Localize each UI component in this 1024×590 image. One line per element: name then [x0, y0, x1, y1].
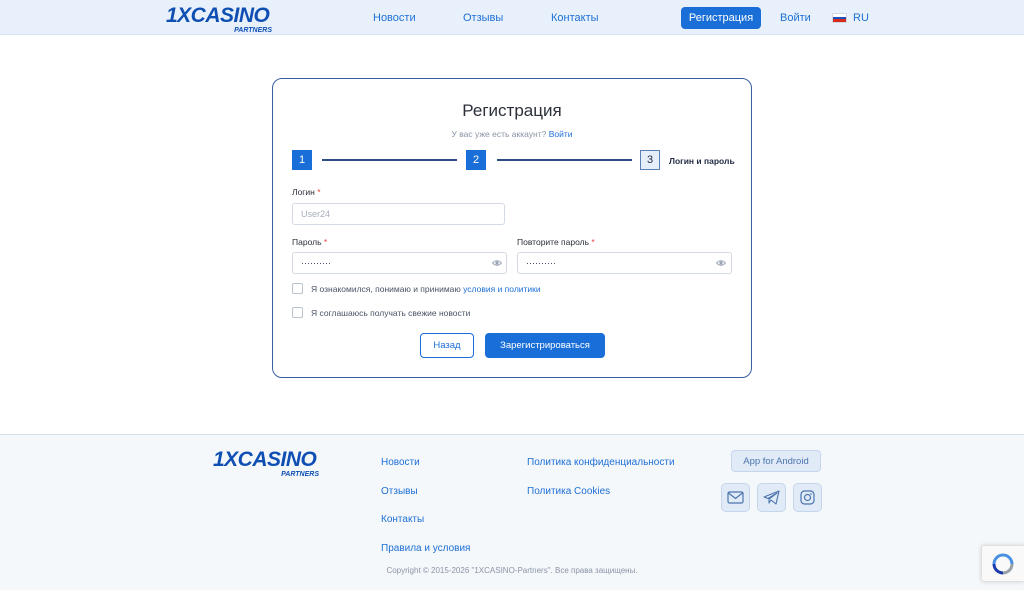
password-label: Пароль *: [292, 237, 327, 247]
step-3-label: Логин и пароль: [669, 156, 735, 166]
back-button[interactable]: Назад: [420, 333, 474, 358]
repeat-password-label-text: Повторите пароль: [517, 237, 590, 247]
instagram-icon-glyph: [800, 490, 815, 505]
nav-contacts[interactable]: Контакты: [551, 12, 599, 24]
terms-row: Я ознакомился, понимаю и принимаю услови…: [292, 283, 541, 294]
footer-link-contacts[interactable]: Контакты: [381, 514, 424, 525]
required-mark: *: [591, 237, 595, 247]
copyright-text: Copyright © 2015-2026 "1XCASINO-Partners…: [386, 566, 638, 575]
terms-label: Я ознакомился, понимаю и принимаю: [311, 283, 461, 294]
password-input[interactable]: [292, 252, 507, 274]
card-login-link[interactable]: Войти: [549, 129, 573, 139]
have-account-text: У вас уже есть аккаунт?: [451, 129, 547, 139]
eye-icon[interactable]: [492, 258, 502, 268]
mail-icon[interactable]: [721, 483, 750, 512]
news-row: Я соглашаюсь получать свежие новости: [292, 307, 470, 318]
mail-icon-glyph: [727, 491, 744, 504]
nav-reviews[interactable]: Отзывы: [463, 12, 503, 24]
logo-sub-text: PARTNERS: [234, 27, 272, 34]
nav-news[interactable]: Новости: [373, 12, 416, 24]
repeat-password-label: Повторите пароль *: [517, 237, 595, 247]
footer-link-cookies[interactable]: Политика Cookies: [527, 486, 610, 497]
login-label: Логин *: [292, 187, 321, 197]
login-input[interactable]: [292, 203, 505, 225]
instagram-icon[interactable]: [793, 483, 822, 512]
telegram-icon[interactable]: [757, 483, 786, 512]
have-account-line: У вас уже есть аккаунт? Войти: [273, 129, 751, 139]
step-connector: [497, 159, 632, 161]
russia-flag-icon: [832, 13, 847, 23]
required-mark: *: [317, 187, 321, 197]
news-label: Я соглашаюсь получать свежие новости: [311, 307, 471, 318]
footer: 1XCASINO PARTNERS Новости Отзывы Контакт…: [0, 434, 1024, 590]
language-label: RU: [853, 12, 869, 24]
step-2: 2: [466, 150, 486, 170]
repeat-password-input[interactable]: [517, 252, 732, 274]
footer-link-news[interactable]: Новости: [381, 457, 420, 468]
top-header: 1XCASINO PARTNERS Новости Отзывы Контакт…: [0, 0, 1024, 35]
news-checkbox[interactable]: [292, 307, 303, 318]
terms-link[interactable]: условия и политики: [463, 284, 540, 294]
submit-register-button[interactable]: Зарегистрироваться: [485, 333, 605, 358]
login-label-text: Логин: [292, 187, 315, 197]
step-connector: [322, 159, 457, 161]
register-button[interactable]: Регистрация: [681, 7, 761, 29]
eye-icon[interactable]: [716, 258, 726, 268]
step-3: 3: [640, 150, 660, 170]
logo-sub-text: PARTNERS: [281, 471, 319, 478]
page: 1XCASINO PARTNERS Новости Отзывы Контакт…: [0, 0, 1024, 590]
recaptcha-badge[interactable]: [981, 545, 1024, 582]
recaptcha-icon: [992, 553, 1014, 574]
terms-checkbox[interactable]: [292, 283, 303, 294]
step-1: 1: [292, 150, 312, 170]
language-selector[interactable]: RU: [832, 12, 869, 24]
footer-link-reviews[interactable]: Отзывы: [381, 486, 418, 497]
password-label-text: Пароль: [292, 237, 322, 247]
required-mark: *: [323, 237, 328, 247]
footer-link-privacy[interactable]: Политика конфиденциальности: [527, 457, 675, 468]
telegram-icon-glyph: [763, 490, 780, 505]
logo-main-text: 1XCASINO: [213, 448, 317, 471]
terms-text: Я ознакомился, понимаю и принимаю услови…: [311, 284, 541, 294]
logo-main-text: 1XCASINO: [166, 4, 270, 27]
page-title: Регистрация: [462, 101, 562, 120]
footer-link-terms[interactable]: Правила и условия: [381, 543, 470, 554]
brand-logo[interactable]: 1XCASINO PARTNERS: [166, 5, 278, 34]
registration-card: Регистрация У вас уже есть аккаунт? Войт…: [272, 78, 752, 378]
footer-logo[interactable]: 1XCASINO PARTNERS: [213, 449, 325, 478]
login-link[interactable]: Войти: [780, 12, 811, 24]
android-app-button[interactable]: App for Android: [731, 450, 821, 472]
